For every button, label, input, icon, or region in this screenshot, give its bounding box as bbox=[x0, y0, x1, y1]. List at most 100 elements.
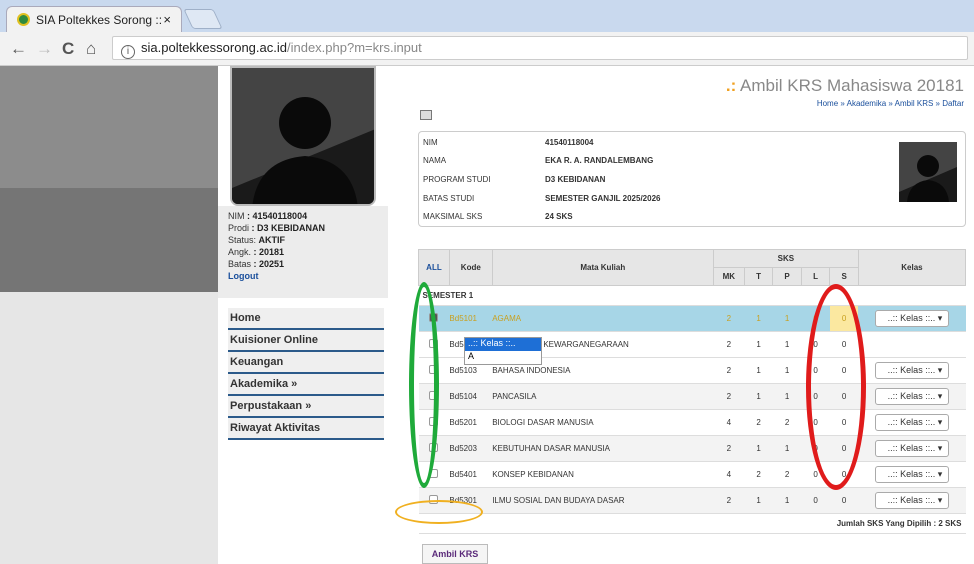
menu-item-perpustakaan[interactable]: Perpustakaan » bbox=[228, 396, 384, 418]
menu-item-keuangan[interactable]: Keuangan bbox=[228, 352, 384, 374]
col-sks-p: P bbox=[772, 267, 802, 286]
kelas-select[interactable]: ..:: Kelas ::.. ▾ bbox=[874, 388, 949, 405]
col-sks-mk: MK bbox=[712, 267, 745, 286]
row-p: 1 bbox=[772, 357, 802, 384]
row-kode: Bd5401 bbox=[449, 461, 493, 488]
nim-value: : 41540118004 bbox=[247, 211, 308, 221]
status-label: Status: bbox=[228, 235, 257, 245]
nim-label: NIM bbox=[228, 211, 245, 221]
prodi-label: Prodi bbox=[228, 223, 250, 233]
table-row[interactable]: Bd5101 AGAMA 2 1 1 0 0 ..:: Kelas ::.. ▾ bbox=[418, 305, 966, 332]
row-mata-kuliah: KONSEP KEBIDANAN bbox=[492, 461, 714, 488]
title-dots-icon: .: bbox=[725, 76, 737, 95]
url-path: /index.php?m=krs.input bbox=[286, 40, 422, 55]
row-kode: Bd5201 bbox=[449, 409, 493, 436]
kelas-select-value: ..:: Kelas ::.. bbox=[887, 313, 936, 323]
kelas-select[interactable]: ..:: Kelas ::.. ▾ bbox=[874, 466, 949, 483]
kelas-select[interactable]: ..:: Kelas ::.. ▾ bbox=[874, 414, 949, 431]
col-kelas: Kelas bbox=[857, 249, 967, 286]
row-mk: 2 bbox=[713, 357, 745, 384]
avatar bbox=[230, 66, 376, 206]
kelas-select-value: ..:: Kelas ::.. bbox=[887, 469, 936, 479]
angk-label: Angk. bbox=[228, 247, 252, 257]
kelas-select-value: ..:: Kelas ::.. bbox=[887, 495, 936, 505]
row-t: 1 bbox=[744, 357, 773, 384]
table-row[interactable]: Bd5401 KONSEP KEBIDANAN 4 2 2 0 0 ..:: K… bbox=[418, 461, 966, 488]
row-p: 1 bbox=[772, 383, 802, 410]
dropdown-option-a[interactable]: A bbox=[465, 351, 541, 361]
batas-label: Batas bbox=[228, 259, 252, 269]
forward-icon[interactable]: → bbox=[36, 39, 53, 59]
info-value-maks: 24 SKS bbox=[545, 212, 573, 221]
info-label-nim: NIM bbox=[423, 138, 438, 147]
sidebar-menu: Home Kuisioner Online Keuangan Akademika… bbox=[228, 308, 384, 440]
page-title: .: Ambil KRS Mahasiswa 20181 bbox=[726, 76, 964, 96]
profile-info: NIM : 41540118004 Prodi : D3 KEBIDANAN S… bbox=[218, 206, 388, 298]
row-p: 2 bbox=[772, 461, 802, 488]
logout-link[interactable]: Logout bbox=[228, 270, 378, 282]
row-kode: Bd5203 bbox=[449, 435, 493, 462]
kelas-select[interactable]: ..:: Kelas ::.. ▾ bbox=[874, 362, 949, 379]
row-t: 1 bbox=[744, 487, 773, 514]
krs-table: ALL Kode Mata Kuliah SKS Kelas MK T P L … bbox=[418, 249, 967, 534]
dropdown-option-default[interactable]: ..:: Kelas ::.. bbox=[465, 338, 541, 351]
angk-value: : 20181 bbox=[253, 247, 285, 257]
kelas-select[interactable]: ..:: Kelas ::.. ▾ bbox=[874, 492, 949, 509]
kelas-select-value: ..:: Kelas ::.. bbox=[887, 391, 936, 401]
row-mk: 2 bbox=[713, 331, 745, 358]
close-tab-icon[interactable]: × bbox=[163, 12, 171, 27]
row-p: 1 bbox=[772, 305, 802, 332]
row-mata-kuliah: AGAMA bbox=[492, 305, 714, 332]
kelas-select[interactable]: ..:: Kelas ::.. ▾ bbox=[874, 310, 949, 327]
row-mata-kuliah: BIOLOGI DASAR MANUSIA bbox=[492, 409, 714, 436]
info-value-nim: 41540118004 bbox=[545, 138, 594, 147]
row-t: 1 bbox=[744, 305, 773, 332]
tab-bar: SIA Poltekkes Sorong :: × bbox=[0, 0, 974, 32]
table-row[interactable]: Bd5301 ILMU SOSIAL DAN BUDAYA DASAR 2 1 … bbox=[418, 487, 966, 514]
table-row[interactable]: Bd5203 KEBUTUHAN DASAR MANUSIA 2 1 1 0 0… bbox=[418, 435, 966, 462]
info-icon[interactable]: i bbox=[121, 45, 135, 59]
info-value-prodi: D3 KEBIDANAN bbox=[545, 175, 606, 184]
red-annotation-ellipse bbox=[806, 284, 866, 490]
kelas-select-value: ..:: Kelas ::.. bbox=[887, 443, 936, 453]
total-sks: Jumlah SKS Yang Dipilih : 2 SKS bbox=[418, 513, 966, 534]
kelas-select-value: ..:: Kelas ::.. bbox=[887, 417, 936, 427]
row-t: 2 bbox=[744, 409, 773, 436]
table-row[interactable]: Bd5104 PANCASILA 2 1 1 0 0 ..:: Kelas ::… bbox=[418, 383, 966, 410]
kelas-select-value: ..:: Kelas ::.. bbox=[887, 365, 936, 375]
row-t: 1 bbox=[744, 383, 773, 410]
row-p: 1 bbox=[772, 487, 802, 514]
menu-item-riwayat[interactable]: Riwayat Aktivitas bbox=[228, 418, 384, 440]
col-kode: Kode bbox=[448, 249, 493, 286]
favicon-icon bbox=[17, 13, 30, 26]
row-kode: Bd5101 bbox=[449, 305, 493, 332]
breadcrumb[interactable]: Home » Akademika » Ambil KRS » Daftar bbox=[817, 99, 964, 108]
info-label-maks: MAKSIMAL SKS bbox=[423, 212, 483, 221]
menu-item-akademika[interactable]: Akademika » bbox=[228, 374, 384, 396]
kelas-dropdown-open[interactable]: ..:: Kelas ::.. A bbox=[464, 337, 542, 365]
browser-tab[interactable]: SIA Poltekkes Sorong :: × bbox=[6, 6, 182, 32]
new-tab-button[interactable] bbox=[183, 9, 223, 29]
back-icon[interactable]: ← bbox=[10, 39, 27, 59]
print-icon[interactable] bbox=[420, 110, 432, 120]
sidebar: NIM : 41540118004 Prodi : D3 KEBIDANAN S… bbox=[218, 66, 388, 564]
yellow-annotation-ellipse bbox=[395, 500, 483, 524]
col-sks-l: L bbox=[800, 267, 831, 286]
menu-item-kuisioner[interactable]: Kuisioner Online bbox=[228, 330, 384, 352]
table-row[interactable]: Bd5201 BIOLOGI DASAR MANUSIA 4 2 2 0 0 .… bbox=[418, 409, 966, 436]
prodi-value: : D3 KEBIDANAN bbox=[251, 223, 326, 233]
menu-item-home[interactable]: Home bbox=[228, 308, 384, 330]
col-sks: SKS bbox=[712, 249, 859, 268]
col-all[interactable]: ALL bbox=[418, 249, 450, 286]
ambil-krs-button[interactable]: Ambil KRS bbox=[422, 544, 488, 564]
home-icon[interactable]: ⌂ bbox=[86, 39, 96, 59]
col-sks-s: S bbox=[829, 267, 859, 286]
info-label-batas: BATAS STUDI bbox=[423, 194, 475, 203]
url-field[interactable]: i sia.poltekkessorong.ac.id/index.php?m=k… bbox=[112, 36, 968, 60]
reload-icon[interactable]: C bbox=[62, 39, 74, 59]
kelas-select[interactable]: ..:: Kelas ::.. ▾ bbox=[874, 440, 949, 457]
row-t: 1 bbox=[744, 435, 773, 462]
row-mata-kuliah: PANCASILA bbox=[492, 383, 714, 410]
col-sks-t: T bbox=[743, 267, 774, 286]
semester-label: SEMESTER 1 bbox=[418, 285, 966, 306]
